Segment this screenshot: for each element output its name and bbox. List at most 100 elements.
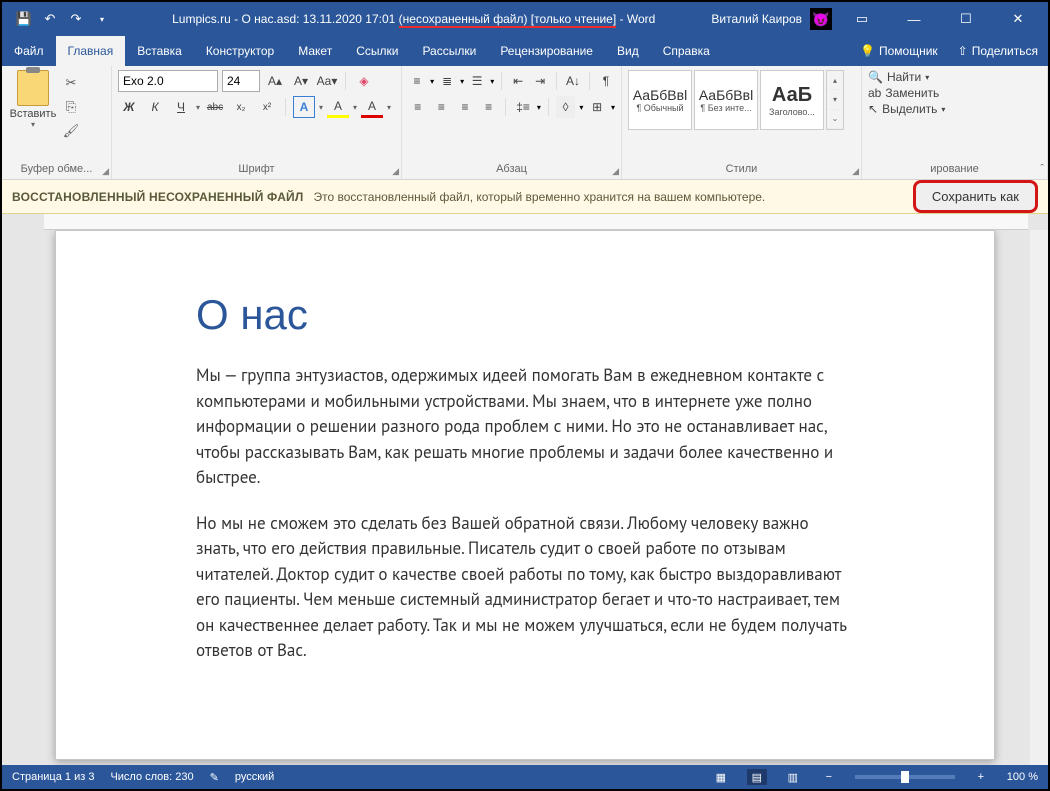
user-avatar[interactable]: 😈 [810, 8, 832, 30]
justify-icon[interactable]: ≡ [479, 96, 499, 118]
style-name: Заголово... [769, 107, 815, 117]
clear-formatting-icon[interactable]: ◈ [353, 70, 375, 92]
replace-button[interactable]: abЗаменить [868, 86, 1041, 100]
font-group-label: Шрифт [118, 161, 395, 177]
group-font: A▴ A▾ Aa▾ ◈ Ж К Ч ▾ abc x₂ x² A ▾ A ▾ A [112, 66, 402, 179]
paragraph-launcher-icon[interactable]: ◢ [612, 166, 619, 177]
status-words[interactable]: Число слов: 230 [110, 771, 193, 783]
tell-me-button[interactable]: 💡Помощник [850, 44, 948, 58]
tab-design[interactable]: Конструктор [194, 36, 286, 66]
horizontal-ruler[interactable] [44, 214, 1028, 230]
font-launcher-icon[interactable]: ◢ [392, 166, 399, 177]
superscript-button[interactable]: x² [256, 96, 278, 118]
select-icon: ↖ [868, 102, 878, 116]
style-heading1[interactable]: АаБ Заголово... [760, 70, 824, 130]
proofing-icon[interactable]: ✎ [210, 771, 219, 784]
zoom-out-icon[interactable]: − [819, 769, 839, 785]
title-pre: Lumpics.ru - О нас.asd: 13.11.2020 17:01 [172, 12, 399, 26]
styles-more-icon[interactable]: ⌄ [827, 110, 843, 129]
styles-launcher-icon[interactable]: ◢ [852, 166, 859, 177]
font-size-select[interactable] [222, 70, 260, 92]
tab-help[interactable]: Справка [651, 36, 722, 66]
print-layout-icon[interactable]: ▤ [747, 769, 767, 785]
show-marks-icon[interactable]: ¶ [597, 70, 615, 92]
align-right-icon[interactable]: ≡ [455, 96, 475, 118]
paste-button[interactable]: Вставить ▾ [8, 70, 58, 129]
sort-icon[interactable]: A↓ [564, 70, 582, 92]
borders-icon[interactable]: ⊞ [587, 96, 607, 118]
shading-icon[interactable]: ◊ [556, 96, 576, 118]
multilevel-icon[interactable]: ☰ [468, 70, 486, 92]
save-icon[interactable]: 💾 [14, 9, 34, 29]
status-page[interactable]: Страница 1 из 3 [12, 771, 94, 783]
tab-file[interactable]: Файл [2, 36, 56, 66]
close-button[interactable]: ✕ [996, 5, 1040, 33]
tab-references[interactable]: Ссылки [344, 36, 410, 66]
read-mode-icon[interactable]: ▦ [711, 769, 731, 785]
zoom-in-icon[interactable]: + [971, 769, 991, 785]
bullets-icon[interactable]: ≡ [408, 70, 426, 92]
clipboard-launcher-icon[interactable]: ◢ [102, 166, 109, 177]
tab-layout[interactable]: Макет [286, 36, 344, 66]
web-layout-icon[interactable]: ▥ [783, 769, 803, 785]
highlight-icon[interactable]: A [327, 96, 349, 118]
qat-dropdown-icon[interactable]: ▾ [92, 9, 112, 29]
maximize-button[interactable]: ☐ [944, 5, 988, 33]
tab-review[interactable]: Рецензирование [488, 36, 605, 66]
change-case-icon[interactable]: Aa▾ [316, 70, 338, 92]
subscript-button[interactable]: x₂ [230, 96, 252, 118]
find-label: Найти [887, 70, 921, 84]
tab-home[interactable]: Главная [56, 36, 126, 66]
tab-view[interactable]: Вид [605, 36, 651, 66]
italic-button[interactable]: К [144, 96, 166, 118]
title-highlight: (несохраненный файл) [только чтение] [399, 12, 617, 28]
line-spacing-icon[interactable]: ‡≡ [513, 96, 533, 118]
doc-heading: О нас [196, 291, 854, 339]
decrease-indent-icon[interactable]: ⇤ [509, 70, 527, 92]
status-language[interactable]: русский [235, 771, 274, 783]
grow-font-icon[interactable]: A▴ [264, 70, 286, 92]
font-color-icon[interactable]: A [361, 96, 383, 118]
zoom-level[interactable]: 100 % [1007, 771, 1038, 783]
numbering-icon[interactable]: ≣ [438, 70, 456, 92]
minimize-button[interactable]: — [892, 5, 936, 33]
style-no-spacing[interactable]: АаБбВвl ¶ Без инте... [694, 70, 758, 130]
styles-nav[interactable]: ▴ ▾ ⌄ [826, 70, 844, 130]
bold-button[interactable]: Ж [118, 96, 140, 118]
format-painter-icon[interactable]: 🖌 [62, 122, 80, 140]
tab-mailings[interactable]: Рассылки [410, 36, 488, 66]
window-title: Lumpics.ru - О нас.asd: 13.11.2020 17:01… [120, 12, 707, 26]
document-page[interactable]: О нас Мы — группа энтузиастов, одержимых… [55, 230, 995, 760]
zoom-slider[interactable] [855, 775, 955, 779]
copy-icon[interactable]: ⎘ [62, 98, 80, 116]
style-name: ¶ Без инте... [700, 103, 751, 113]
style-normal[interactable]: АаБбВвl ¶ Обычный [628, 70, 692, 130]
shrink-font-icon[interactable]: A▾ [290, 70, 312, 92]
redo-icon[interactable]: ↷ [66, 9, 86, 29]
quick-access-toolbar: 💾 ↶ ↷ ▾ [6, 9, 120, 29]
cut-icon[interactable]: ✂ [62, 74, 80, 92]
font-name-select[interactable] [118, 70, 218, 92]
undo-icon[interactable]: ↶ [40, 9, 60, 29]
collapse-ribbon-icon[interactable]: ˆ [1040, 163, 1044, 175]
align-left-icon[interactable]: ≡ [408, 96, 428, 118]
style-name: ¶ Обычный [636, 103, 683, 113]
tab-insert[interactable]: Вставка [125, 36, 194, 66]
save-as-button[interactable]: Сохранить как [913, 180, 1038, 213]
find-button[interactable]: 🔍Найти ▾ [868, 70, 1041, 84]
tell-me-label: Помощник [879, 44, 938, 58]
increase-indent-icon[interactable]: ⇥ [531, 70, 549, 92]
select-button[interactable]: ↖Выделить ▾ [868, 102, 1041, 116]
underline-button[interactable]: Ч [170, 96, 192, 118]
styles-up-icon[interactable]: ▴ [827, 71, 843, 90]
paragraph-group-label: Абзац [408, 161, 615, 177]
align-center-icon[interactable]: ≡ [432, 96, 452, 118]
clipboard-group-label: Буфер обме... [8, 161, 105, 177]
styles-down-icon[interactable]: ▾ [827, 90, 843, 109]
share-button[interactable]: ⇧Поделиться [948, 44, 1048, 58]
ribbon-display-button[interactable]: ▭ [840, 5, 884, 33]
share-label: Поделиться [972, 44, 1038, 58]
strikethrough-button[interactable]: abc [204, 96, 226, 118]
text-effects-icon[interactable]: A [293, 96, 315, 118]
vertical-scrollbar[interactable] [1030, 230, 1048, 774]
